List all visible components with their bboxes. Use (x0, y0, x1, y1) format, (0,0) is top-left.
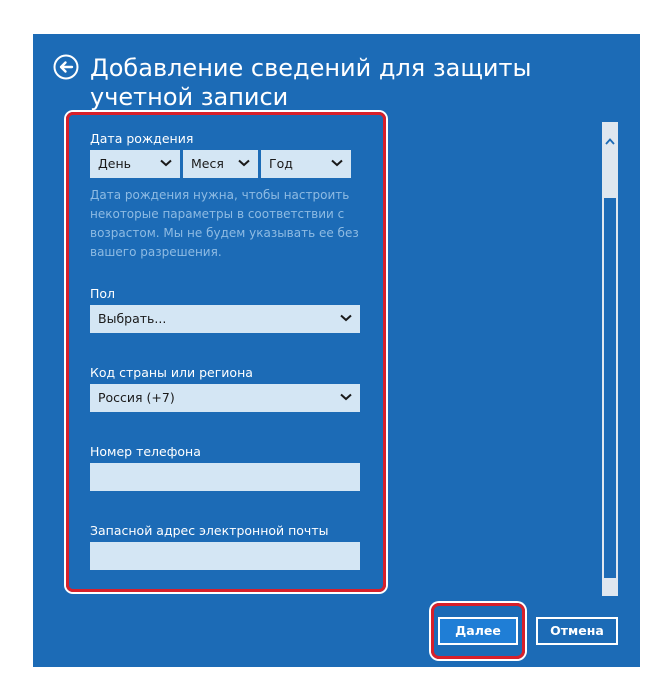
scrollbar[interactable] (602, 122, 618, 596)
birth-day-select[interactable]: День (90, 150, 180, 178)
next-button[interactable]: Далее (438, 617, 518, 645)
gender-value: Выбрать... (98, 311, 167, 326)
phone-label: Номер телефона (90, 444, 201, 459)
chevron-down-icon (238, 159, 250, 167)
chevron-down-icon (331, 159, 343, 167)
birth-year-select[interactable]: Год (261, 150, 351, 178)
backup-email-label: Запасной адрес электронной почты (90, 523, 329, 538)
chevron-down-icon (160, 159, 172, 167)
dialog-panel: Добавление сведений для защиты учетной з… (33, 34, 640, 667)
phone-input[interactable] (90, 463, 360, 491)
chevron-down-icon (340, 393, 352, 401)
birth-month-select[interactable]: Меся (183, 150, 258, 178)
chevron-down-icon (340, 314, 352, 322)
scrollbar-thumb[interactable] (604, 198, 616, 578)
country-code-select[interactable]: Россия (+7) (90, 384, 360, 412)
birth-year-value: Год (269, 156, 293, 171)
country-code-value: Россия (+7) (98, 390, 175, 405)
scroll-down-arrow-icon[interactable] (605, 570, 615, 577)
birth-date-hint: Дата рождения нужна, чтобы настроить нек… (90, 188, 359, 259)
cancel-button[interactable]: Отмена (536, 617, 618, 645)
country-code-label: Код страны или региона (90, 365, 253, 380)
back-arrow-icon[interactable] (53, 54, 79, 80)
dialog-title: Добавление сведений для защиты учетной з… (90, 54, 532, 111)
backup-email-input[interactable] (90, 542, 360, 570)
gender-label: Пол (90, 286, 116, 301)
gender-select[interactable]: Выбрать... (90, 305, 360, 333)
birth-day-value: День (98, 156, 131, 171)
birth-date-label: Дата рождения (90, 131, 194, 146)
scroll-up-arrow-icon[interactable] (605, 138, 615, 145)
birth-month-value: Меся (191, 156, 224, 171)
form-highlight-frame (66, 112, 386, 592)
